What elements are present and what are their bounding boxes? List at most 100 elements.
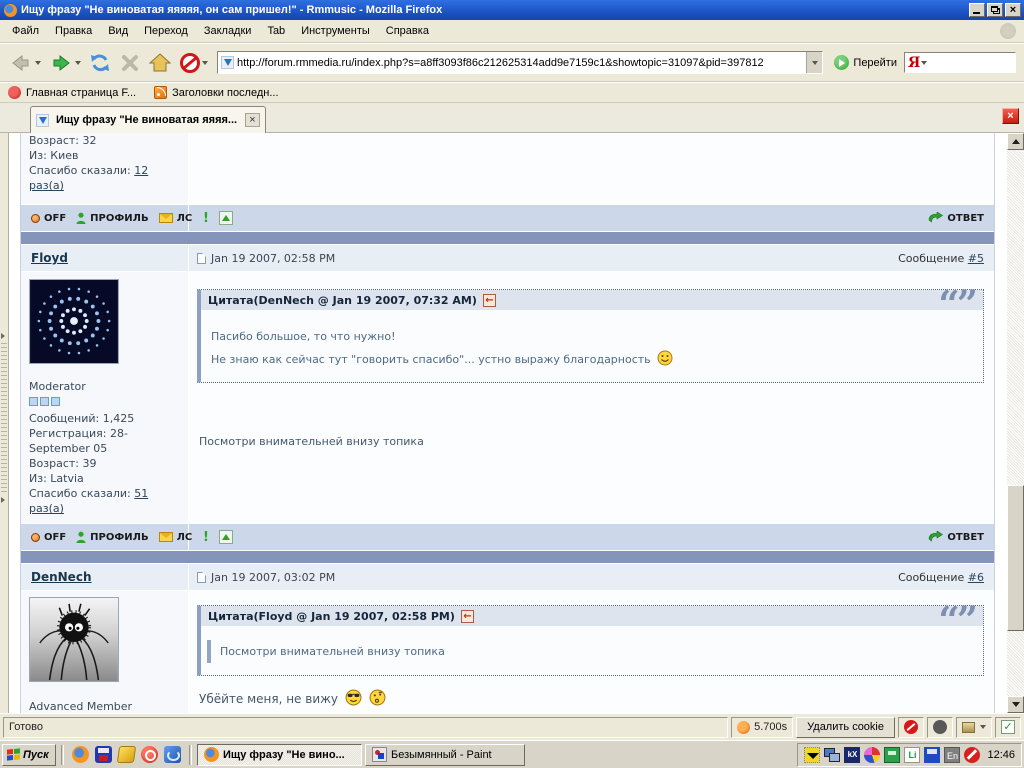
go-to-top-button[interactable] <box>218 530 233 544</box>
report-button[interactable]: ! <box>203 530 209 545</box>
post4-profile-cell: Возраст: 32 Из: Киев Спасибо сказали: 12… <box>21 133 189 204</box>
bookmark-icon <box>8 86 21 99</box>
task-paint[interactable]: Безымянный - Paint <box>365 743 525 766</box>
post5-author-link[interactable]: Floyd <box>21 251 68 265</box>
back-button[interactable] <box>6 48 43 78</box>
tray-green-disk-icon[interactable] <box>884 746 901 763</box>
security-status[interactable]: ✓ <box>995 716 1021 738</box>
quicklaunch-yellow-icon[interactable] <box>116 746 137 763</box>
pm-button[interactable]: ЛС <box>158 532 192 543</box>
scroll-up-button[interactable] <box>1007 133 1024 150</box>
forum-thread: Возраст: 32 Из: Киев Спасибо сказали: 12… <box>20 133 995 713</box>
quicklaunch-opera-icon[interactable] <box>141 746 158 763</box>
reply-button[interactable]: ОТВЕТ <box>928 211 984 225</box>
post5-quote-block: Цитата(DenNech @ Jan 19 2007, 07:32 AM) … <box>197 286 984 383</box>
quote-back-link[interactable]: ← <box>460 609 474 623</box>
tab-bar: Ищу фразу "Не виноватая яяяя... × × <box>0 103 1024 133</box>
forward-button[interactable] <box>46 48 83 78</box>
close-button[interactable]: × <box>1005 3 1021 17</box>
desktop: Ищу фразу "Не виноватая яяяяя, он сам пр… <box>0 0 1024 768</box>
palette-icon <box>962 721 975 733</box>
menu-tab[interactable]: Tab <box>259 21 293 41</box>
minimize-button[interactable] <box>969 3 985 17</box>
url-dropdown-button[interactable] <box>806 52 823 73</box>
block-status[interactable] <box>898 716 924 738</box>
profile-button[interactable]: ПРОФИЛЬ <box>76 531 149 544</box>
scroll-down-button[interactable] <box>1007 696 1024 713</box>
tray-li-icon[interactable]: Li <box>904 746 921 763</box>
extension-menu[interactable] <box>956 716 992 738</box>
tab-favicon <box>36 113 49 127</box>
bookmark-latest-headlines[interactable]: Заголовки последн... <box>154 86 279 99</box>
quote-header: Цитата(Floyd @ Jan 19 2007, 02:58 PM) ← <box>201 606 983 626</box>
menu-edit[interactable]: Правка <box>47 21 100 41</box>
yandex-icon[interactable]: Я <box>908 56 920 70</box>
post6-anchor-link[interactable]: #6 <box>968 571 984 584</box>
offline-icon <box>31 532 40 542</box>
post5-date: Jan 19 2007, 02:58 PM <box>189 252 898 265</box>
tab-forum-thread[interactable]: Ищу фразу "Не виноватая яяяя... × <box>30 106 266 133</box>
quicklaunch-firefox-icon[interactable] <box>72 746 89 763</box>
task-firefox[interactable]: Ищу фразу "Не вино... <box>197 743 362 766</box>
quote-body: Посмотри внимательней внизу топика <box>201 626 983 675</box>
tray-kx-icon[interactable]: kX <box>844 746 861 763</box>
post-icon <box>197 571 206 583</box>
reload-button[interactable] <box>86 48 114 78</box>
menu-file[interactable]: Файл <box>4 21 47 41</box>
quote-back-link[interactable]: ← <box>482 293 496 307</box>
tray-network-icon[interactable] <box>824 747 841 763</box>
profile-button[interactable]: ПРОФИЛЬ <box>76 212 149 225</box>
splitter-grippy-icon[interactable] <box>1 333 7 503</box>
proxy-status[interactable] <box>927 716 953 738</box>
post5-avatar[interactable] <box>29 279 119 364</box>
post6-avatar[interactable] <box>29 597 119 682</box>
tray-floppy-icon[interactable] <box>924 746 941 763</box>
sidebar-splitter[interactable] <box>0 133 9 713</box>
go-button[interactable]: Перейти <box>830 55 901 70</box>
timer-fox-icon <box>737 720 751 734</box>
quicklaunch-floppy-icon[interactable] <box>95 746 112 763</box>
pm-button[interactable]: ЛС <box>158 213 192 224</box>
menu-help[interactable]: Справка <box>378 21 437 41</box>
scrollbar-thumb[interactable] <box>1007 485 1024 631</box>
restore-button[interactable] <box>987 3 1003 17</box>
up-arrow-icon <box>221 534 230 540</box>
stat-age: Возраст: 39 <box>29 457 97 470</box>
delete-cookie-button[interactable]: Удалить cookie <box>796 716 895 738</box>
home-button[interactable] <box>146 48 174 78</box>
go-to-top-button[interactable] <box>218 211 233 225</box>
tray-download-blocker-icon[interactable] <box>964 746 981 763</box>
post6-author-link[interactable]: DenNech <box>21 570 91 584</box>
menu-go[interactable]: Переход <box>136 21 196 41</box>
post6-profile-cell: Advanced Member <box>21 591 189 713</box>
bookmark-home-page[interactable]: Главная страница F... <box>8 86 136 99</box>
post5-number: Сообщение #5 <box>898 251 984 265</box>
green-check-icon: ✓ <box>1001 720 1015 734</box>
menu-bookmarks[interactable]: Закладки <box>196 21 260 41</box>
reply-button[interactable]: ОТВЕТ <box>928 530 984 544</box>
adblock-button[interactable] <box>177 48 210 78</box>
start-button[interactable]: Пуск <box>2 743 56 766</box>
status-text: Готово <box>3 716 729 738</box>
quote-line: Не знаю как сейчас тут "говорить спасибо… <box>211 348 973 371</box>
search-input[interactable] <box>927 56 1012 69</box>
language-indicator[interactable]: En <box>944 746 961 763</box>
menu-view[interactable]: Вид <box>100 21 136 41</box>
up-arrow-icon <box>221 215 230 221</box>
tray-bat-icon[interactable] <box>804 746 821 763</box>
tray-disk-usage-icon[interactable] <box>864 746 881 763</box>
url-input[interactable] <box>237 54 807 71</box>
post5-content-cell: Цитата(DenNech @ Jan 19 2007, 07:32 AM) … <box>189 272 994 523</box>
vertical-scrollbar[interactable] <box>1007 133 1024 713</box>
no-entry-icon <box>904 720 918 734</box>
menu-tools[interactable]: Инструменты <box>293 21 378 41</box>
tab-close-button[interactable]: × <box>245 113 260 127</box>
stop-button[interactable] <box>117 48 143 78</box>
report-button[interactable]: ! <box>203 211 209 226</box>
post5-anchor-link[interactable]: #5 <box>968 252 984 265</box>
browser-viewport: Возраст: 32 Из: Киев Спасибо сказали: 12… <box>0 133 1024 713</box>
quicklaunch-ie-icon[interactable] <box>164 746 181 763</box>
quote-line: Посмотри внимательней внизу топика <box>207 640 973 663</box>
tabbar-close-button[interactable]: × <box>1002 108 1019 124</box>
post6-header: DenNech Jan 19 2007, 03:02 PM Сообщение … <box>21 564 994 591</box>
